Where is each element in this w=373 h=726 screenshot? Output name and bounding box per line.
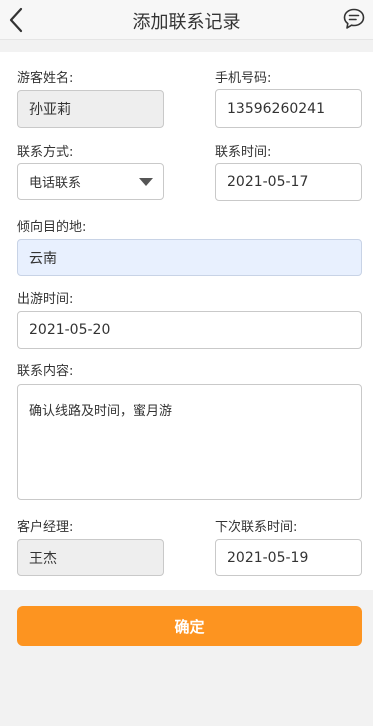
- contact-method-label: 联系方式:: [17, 145, 74, 160]
- phone-label: 手机号码:: [215, 71, 272, 86]
- manager-field: 王杰: [17, 539, 164, 576]
- travel-time-label: 出游时间:: [17, 292, 74, 307]
- contact-method-select[interactable]: 电话联系: [17, 163, 164, 200]
- page-title: 添加联系记录: [132, 12, 241, 33]
- travel-time-field[interactable]: 2021-05-20: [17, 311, 362, 349]
- content-label: 联系内容:: [17, 364, 74, 379]
- next-contact-time-label: 下次联系时间:: [215, 520, 298, 535]
- contact-time-label: 联系时间:: [215, 145, 272, 160]
- chat-bubble-icon: [343, 8, 365, 29]
- content-textarea[interactable]: 确认线路及时间，蜜月游: [17, 384, 362, 500]
- phone-field[interactable]: 13596260241: [215, 89, 362, 128]
- header-bar: 添加联系记录: [0, 0, 373, 40]
- destination-field[interactable]: 云南: [17, 239, 362, 276]
- confirm-button[interactable]: 确定: [17, 606, 362, 646]
- manager-label: 客户经理:: [17, 520, 74, 535]
- visitor-name-label: 游客姓名:: [17, 71, 74, 86]
- contact-method-value: 电话联系: [29, 176, 82, 191]
- contact-time-field[interactable]: 2021-05-17: [215, 163, 362, 201]
- message-button[interactable]: [341, 6, 367, 32]
- next-contact-time-field[interactable]: 2021-05-19: [215, 539, 362, 576]
- visitor-name-field: 孙亚莉: [17, 90, 164, 128]
- dropdown-arrow-icon: [139, 178, 153, 186]
- destination-label: 倾向目的地:: [17, 220, 87, 235]
